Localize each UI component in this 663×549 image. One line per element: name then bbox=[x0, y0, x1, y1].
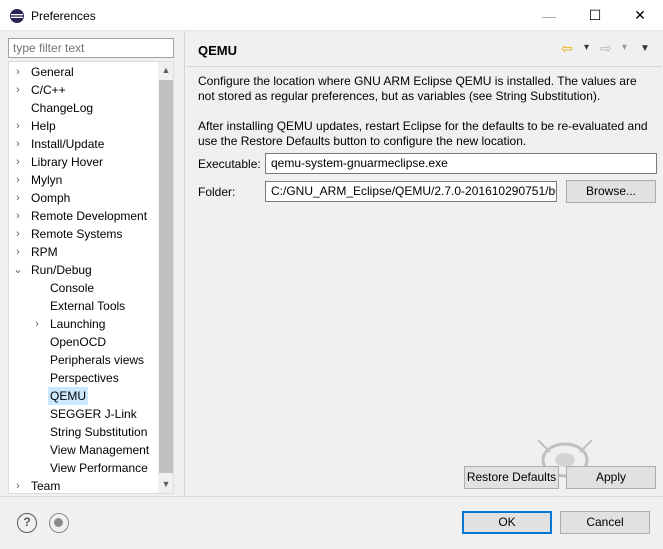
tree-item-label: Remote Systems bbox=[31, 227, 123, 241]
title-separator bbox=[186, 66, 662, 67]
back-arrow-icon[interactable]: ⇦ bbox=[561, 40, 573, 57]
restore-defaults-button[interactable]: Restore Defaults bbox=[464, 466, 559, 489]
tree-item-label: Peripherals views bbox=[50, 353, 145, 367]
chevron-down-icon[interactable]: ⌄ bbox=[13, 261, 23, 279]
preference-tree[interactable]: › Team View Performance View Management Stri… bbox=[8, 61, 174, 494]
view-menu-icon[interactable]: ▼ bbox=[640, 43, 650, 54]
tree-item-label: Oomph bbox=[31, 191, 71, 205]
tree-item[interactable]: › Launching bbox=[9, 315, 157, 333]
tree-item[interactable]: View Performance bbox=[9, 459, 157, 477]
record-macro-icon[interactable] bbox=[49, 513, 69, 533]
tree-item-label: View Performance bbox=[50, 461, 148, 475]
record-dot-icon bbox=[54, 518, 63, 527]
tree-item-label: Run/Debug bbox=[31, 263, 92, 277]
tree-item[interactable]: Peripherals views bbox=[9, 351, 157, 369]
tree-item[interactable]: › Mylyn bbox=[9, 171, 157, 189]
tree-item[interactable]: String Substitution bbox=[9, 423, 157, 441]
executable-label: Executable: bbox=[198, 157, 261, 171]
help-icon[interactable]: ? bbox=[17, 513, 37, 533]
chevron-right-icon[interactable]: › bbox=[13, 153, 23, 171]
tree-item-label: C/C++ bbox=[31, 83, 66, 97]
description-text: Configure the location where GNU ARM Ecl… bbox=[198, 74, 637, 103]
tree-item-label: Help bbox=[31, 119, 56, 133]
chevron-right-icon[interactable]: › bbox=[32, 315, 42, 333]
tree-item[interactable]: ChangeLog bbox=[9, 99, 157, 117]
tree-item-label: General bbox=[31, 65, 74, 79]
tree-item[interactable]: › C/C++ bbox=[9, 81, 157, 99]
tree-item[interactable]: › Install/Update bbox=[9, 135, 157, 153]
footer-divider bbox=[0, 496, 663, 497]
executable-input[interactable]: qemu-system-gnuarmeclipse.exe bbox=[265, 153, 657, 174]
tree-item-label: Install/Update bbox=[31, 137, 105, 151]
filter-input[interactable] bbox=[8, 38, 174, 58]
tree-item-label: RPM bbox=[31, 245, 58, 259]
title-bar: Preferences — ☐ ✕ bbox=[0, 0, 663, 31]
scroll-up-button[interactable]: ▲ bbox=[158, 62, 173, 79]
apply-button[interactable]: Apply bbox=[566, 466, 656, 489]
tree-item[interactable]: SEGGER J-Link bbox=[9, 405, 157, 423]
cancel-button[interactable]: Cancel bbox=[560, 511, 650, 534]
chevron-right-icon[interactable]: › bbox=[13, 171, 23, 189]
tree-item-label: Perspectives bbox=[50, 371, 119, 385]
tree-item-label: Console bbox=[50, 281, 95, 295]
forward-menu-icon[interactable]: ▾ bbox=[622, 42, 627, 53]
tree-item-label: Launching bbox=[50, 317, 106, 331]
tree-item-label: QEMU bbox=[48, 387, 88, 405]
tree-item-label: String Substitution bbox=[50, 425, 148, 439]
tree-item-label: SEGGER J-Link bbox=[50, 407, 137, 421]
tree-item[interactable]: › Remote Development bbox=[9, 207, 157, 225]
close-button[interactable]: ✕ bbox=[617, 0, 663, 31]
tree-item[interactable]: › Remote Systems bbox=[9, 225, 157, 243]
chevron-right-icon[interactable]: › bbox=[13, 63, 23, 81]
sash[interactable] bbox=[184, 31, 185, 496]
tree-item[interactable]: › Oomph bbox=[9, 189, 157, 207]
tree-item[interactable]: OpenOCD bbox=[9, 333, 157, 351]
minimize-button[interactable]: — bbox=[526, 0, 572, 31]
chevron-right-icon[interactable]: › bbox=[13, 207, 23, 225]
chevron-right-icon[interactable]: › bbox=[13, 189, 23, 207]
restart-note-text: After installing QEMU updates, restart E… bbox=[198, 119, 648, 148]
tree-item[interactable]: › General bbox=[9, 63, 157, 81]
browse-button[interactable]: Browse... bbox=[566, 180, 656, 203]
tree-item[interactable]: External Tools bbox=[9, 297, 157, 315]
tree-item[interactable]: Console bbox=[9, 279, 157, 297]
chevron-right-icon[interactable]: › bbox=[13, 135, 23, 153]
eclipse-icon bbox=[10, 9, 24, 23]
tree-item[interactable]: View Management bbox=[9, 441, 157, 459]
forward-arrow-icon[interactable]: ⇨ bbox=[600, 40, 612, 57]
tree-item[interactable]: › Team bbox=[9, 477, 157, 493]
ok-button[interactable]: OK bbox=[462, 511, 552, 534]
maximize-button[interactable]: ☐ bbox=[572, 0, 618, 31]
tree-item[interactable]: ⌄ Run/Debug bbox=[9, 261, 157, 279]
tree-item[interactable]: Perspectives bbox=[9, 369, 157, 387]
tree-item-label: Mylyn bbox=[31, 173, 63, 187]
folder-input[interactable]: C:/GNU_ARM_Eclipse/QEMU/2.7.0-2016102907… bbox=[265, 181, 557, 202]
back-menu-icon[interactable]: ▾ bbox=[584, 42, 589, 53]
chevron-right-icon[interactable]: › bbox=[13, 81, 23, 99]
page-title: QEMU bbox=[198, 43, 237, 58]
window-title: Preferences bbox=[31, 9, 96, 23]
tree-item[interactable]: › Library Hover bbox=[9, 153, 157, 171]
tree-item[interactable]: › Help bbox=[9, 117, 157, 135]
chevron-right-icon[interactable]: › bbox=[13, 225, 23, 243]
tree-item-label: Team bbox=[31, 479, 61, 493]
folder-label: Folder: bbox=[198, 185, 236, 199]
chevron-right-icon[interactable]: › bbox=[13, 243, 23, 261]
tree-item-label: OpenOCD bbox=[50, 335, 107, 349]
scroll-down-button[interactable]: ▼ bbox=[158, 476, 173, 493]
scroll-thumb[interactable] bbox=[159, 80, 173, 473]
tree-scrollbar[interactable]: ▲ ▼ bbox=[158, 62, 173, 493]
tree-item-label: External Tools bbox=[50, 299, 126, 313]
tree-item-label: ChangeLog bbox=[31, 101, 94, 115]
tree-item-label: View Management bbox=[50, 443, 150, 457]
tree-item-label: Library Hover bbox=[31, 155, 104, 169]
tree-item[interactable]: QEMU bbox=[9, 387, 157, 405]
tree-item[interactable]: › RPM bbox=[9, 243, 157, 261]
tree-item-label: Remote Development bbox=[31, 209, 148, 223]
chevron-right-icon[interactable]: › bbox=[13, 477, 23, 493]
chevron-right-icon[interactable]: › bbox=[13, 117, 23, 135]
